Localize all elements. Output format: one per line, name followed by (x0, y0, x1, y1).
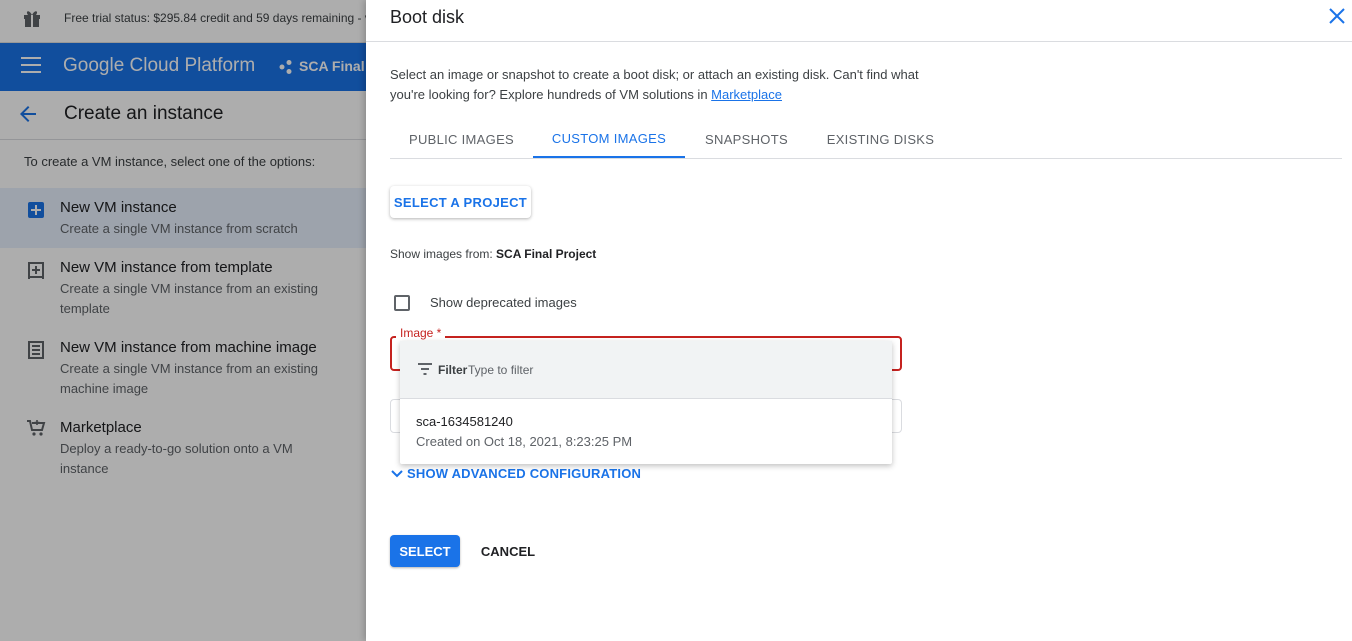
image-source-tabs: PUBLIC IMAGES CUSTOM IMAGES SNAPSHOTS EX… (390, 121, 1342, 159)
dropdown-filter: Filter (400, 341, 892, 399)
filter-label: Filter (438, 363, 468, 377)
panel-description: Select an image or snapshot to create a … (390, 65, 950, 105)
show-images-from-value: SCA Final Project (496, 247, 597, 261)
boot-disk-panel: Boot disk Select an image or snapshot to… (366, 0, 1352, 641)
cancel-button[interactable]: CANCEL (476, 535, 540, 567)
marketplace-link[interactable]: Marketplace (711, 87, 782, 102)
tab-custom-images[interactable]: CUSTOM IMAGES (533, 121, 685, 158)
description-text: Select an image or snapshot to create a … (390, 67, 919, 102)
close-icon[interactable] (1328, 7, 1346, 25)
select-button[interactable]: SELECT (390, 535, 460, 567)
filter-input[interactable] (468, 360, 868, 380)
show-images-from: Show images from: SCA Final Project (390, 247, 596, 261)
tab-snapshots[interactable]: SNAPSHOTS (685, 121, 808, 158)
tab-public-images[interactable]: PUBLIC IMAGES (390, 121, 533, 158)
show-advanced-label: SHOW ADVANCED CONFIGURATION (407, 466, 642, 481)
image-dropdown: Filter sca-1634581240 Created on Oct 18,… (400, 341, 892, 464)
show-deprecated-label: Show deprecated images (430, 295, 577, 310)
filter-icon (418, 363, 432, 375)
show-images-from-label: Show images from: (390, 247, 497, 261)
panel-title: Boot disk (390, 7, 465, 27)
image-field-label: Image * (396, 326, 446, 340)
select-project-button[interactable]: SELECT A PROJECT (390, 186, 531, 218)
chevron-down-icon (391, 470, 403, 478)
tab-existing-disks[interactable]: EXISTING DISKS (808, 121, 953, 158)
panel-header: Boot disk (366, 0, 1352, 42)
show-deprecated-checkbox[interactable] (394, 295, 410, 311)
dropdown-option-image[interactable]: sca-1634581240 Created on Oct 18, 2021, … (400, 400, 892, 464)
image-name: sca-1634581240 (416, 414, 513, 429)
image-created-date: Created on Oct 18, 2021, 8:23:25 PM (416, 434, 633, 449)
